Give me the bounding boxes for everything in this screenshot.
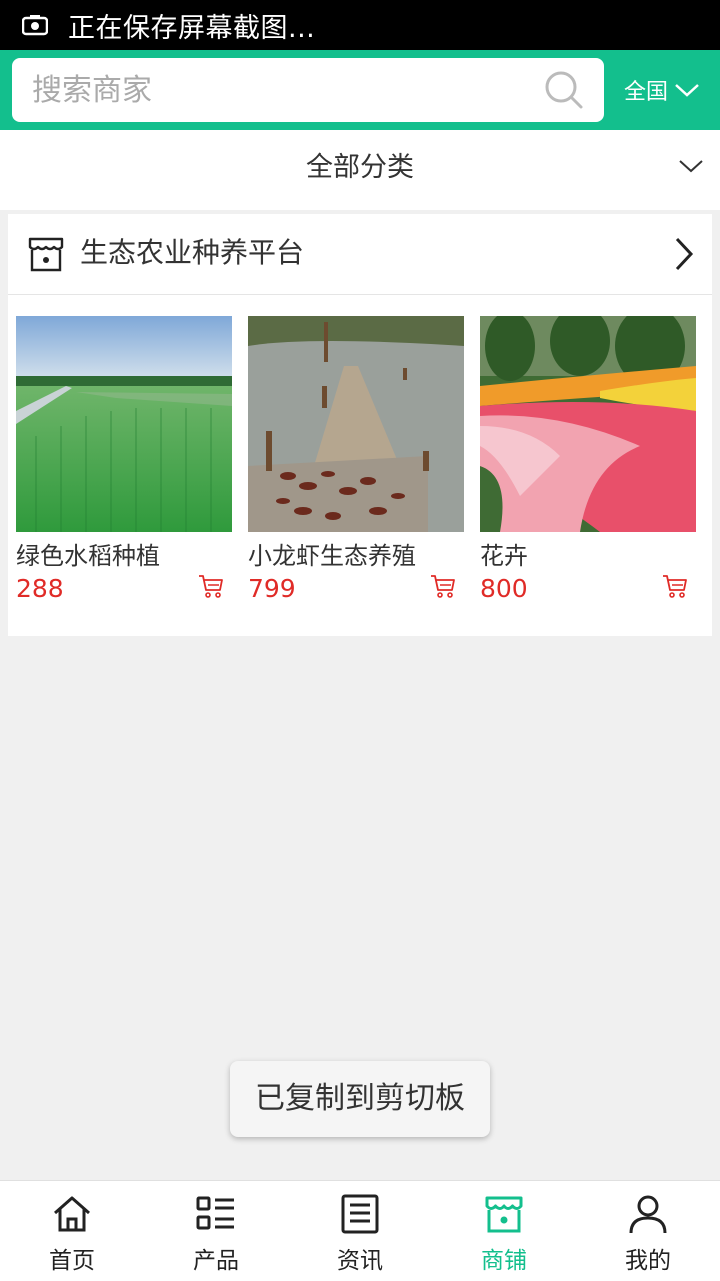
status-text: 正在保存屏幕截图...: [68, 12, 316, 44]
product-title: 绿色水稻种植: [16, 542, 160, 570]
tab-label: 首页: [49, 1248, 95, 1274]
user-icon: [629, 1195, 667, 1234]
search-box[interactable]: [12, 58, 604, 122]
tab-label: 产品: [193, 1248, 239, 1274]
header: 全国: [0, 50, 720, 130]
status-bar: 正在保存屏幕截图...: [0, 0, 720, 50]
chevron-right-icon: [675, 237, 694, 271]
shop-name: 生态农业种养平台: [80, 236, 305, 269]
toast-message: 已复制到剪切板: [230, 1061, 490, 1137]
shop-card: 生态农业种养平台 绿色水稻种植 288 小龙虾生态养殖 799 花卉 800: [8, 214, 712, 636]
product-item[interactable]: 小龙虾生态养殖 799: [248, 316, 464, 604]
tab-news[interactable]: 资讯: [288, 1181, 432, 1281]
tab-stores[interactable]: 商铺: [432, 1181, 576, 1281]
screenshot-icon: [22, 15, 48, 36]
category-filter[interactable]: 全部分类: [0, 130, 720, 210]
cart-icon[interactable]: [430, 574, 456, 598]
region-label: 全国: [624, 80, 669, 105]
cart-icon[interactable]: [198, 574, 224, 598]
list-icon: [196, 1196, 234, 1230]
bottom-tab-bar: 首页 产品 资讯 商铺 我的: [0, 1180, 720, 1281]
product-image[interactable]: [248, 316, 464, 532]
tab-profile[interactable]: 我的: [576, 1181, 720, 1281]
home-icon: [54, 1196, 90, 1232]
cart-icon[interactable]: [662, 574, 688, 598]
product-image[interactable]: [480, 316, 696, 532]
product-title: 小龙虾生态养殖: [248, 542, 416, 570]
product-title: 花卉: [480, 542, 528, 570]
tab-label: 我的: [625, 1248, 671, 1274]
tab-label: 资讯: [337, 1248, 383, 1274]
product-image[interactable]: [16, 316, 232, 532]
search-icon[interactable]: [544, 70, 584, 110]
product-item[interactable]: 花卉 800: [480, 316, 696, 604]
region-selector[interactable]: 全国: [624, 50, 700, 130]
news-icon: [341, 1194, 379, 1234]
chevron-down-icon: [679, 160, 703, 173]
tab-home[interactable]: 首页: [0, 1181, 144, 1281]
tab-products[interactable]: 产品: [144, 1181, 288, 1281]
search-input[interactable]: [32, 58, 532, 122]
store-icon: [485, 1196, 523, 1233]
category-label: 全部分类: [306, 152, 414, 183]
product-item[interactable]: 绿色水稻种植 288: [16, 316, 232, 604]
tab-label: 商铺: [481, 1248, 527, 1274]
chevron-down-icon: [675, 84, 699, 97]
store-icon: [28, 237, 64, 272]
shop-header[interactable]: 生态农业种养平台: [8, 214, 712, 295]
